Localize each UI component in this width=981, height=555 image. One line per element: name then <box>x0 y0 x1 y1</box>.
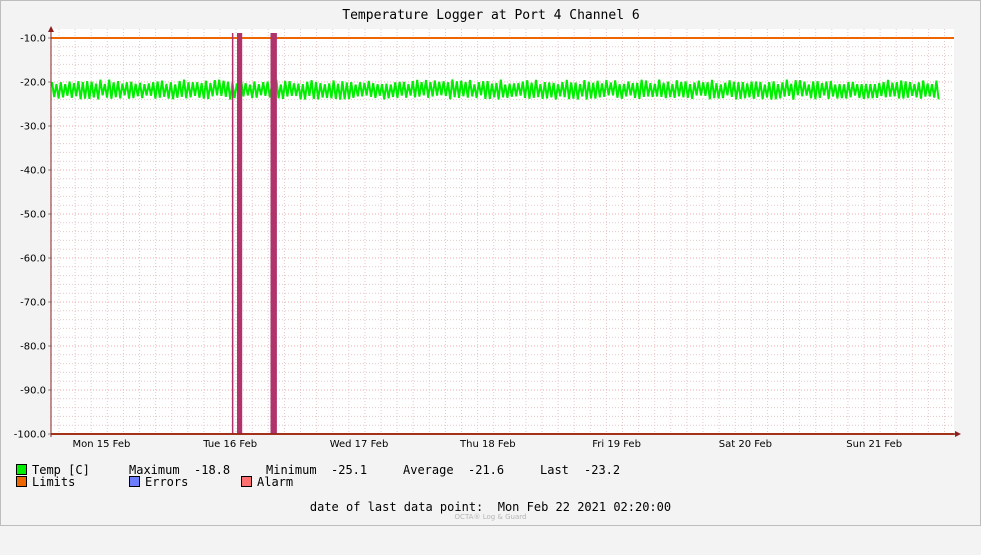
x-tick-label: Wed 17 Feb <box>330 439 389 450</box>
y-tick-label: -90.0 <box>20 386 46 397</box>
stat-average: Average -21.6 <box>403 463 504 477</box>
y-tick-label: -20.0 <box>20 78 46 89</box>
alarm-event-bar <box>237 33 243 434</box>
legend-limits-label: Limits <box>32 475 76 489</box>
x-tick-label: Fri 19 Feb <box>592 439 641 450</box>
watermark: OCTA® Log & Guard <box>454 513 527 521</box>
stat-last-value: -23.2 <box>584 463 621 477</box>
y-tick-label: -80.0 <box>20 342 46 353</box>
alarm-swatch <box>241 476 252 487</box>
last-point-label: date of last data point: <box>309 500 484 514</box>
x-tick-label: Thu 18 Feb <box>459 439 516 450</box>
alarm-event-bar <box>231 33 234 434</box>
stat-minimum-value: -25.1 <box>331 463 368 477</box>
stat-last-label: Last <box>540 463 569 477</box>
legend-alarm: Alarm <box>241 476 293 489</box>
alarm-event-bar <box>270 33 277 434</box>
legend-errors: Errors <box>129 476 188 489</box>
x-axis-arrow <box>955 431 961 437</box>
stat-last: Last -23.2 <box>540 463 620 477</box>
stat-average-value: -21.6 <box>468 463 505 477</box>
legend-errors-label: Errors <box>145 475 189 489</box>
y-tick-label: -100.0 <box>14 430 46 441</box>
last-data-point: date of last data point: Mon Feb 22 2021… <box>1 500 980 514</box>
stat-maximum-value: -18.8 <box>194 463 231 477</box>
chart-title: Temperature Logger at Port 4 Channel 6 <box>342 8 639 23</box>
errors-swatch <box>129 476 140 487</box>
y-tick-label: -70.0 <box>20 298 46 309</box>
chart: Temperature Logger at Port 4 Channel 6 -1… <box>14 8 961 450</box>
chart-frame: Temperature Logger at Port 4 Channel 6 -1… <box>0 0 981 526</box>
x-tick-label: Sat 20 Feb <box>719 439 772 450</box>
limits-swatch <box>16 476 27 487</box>
stat-average-label: Average <box>403 463 454 477</box>
x-tick-label: Tue 16 Feb <box>202 439 257 450</box>
y-tick-label: -40.0 <box>20 166 46 177</box>
x-tick-label: Sun 21 Feb <box>846 439 902 450</box>
y-tick-label: -30.0 <box>20 122 46 133</box>
y-tick-label: -10.0 <box>20 34 46 45</box>
y-tick-label: -60.0 <box>20 254 46 265</box>
legend-alarm-label: Alarm <box>257 475 294 489</box>
y-tick-label: -50.0 <box>20 210 46 221</box>
x-tick-label: Mon 15 Feb <box>72 439 130 450</box>
legend-limits: Limits <box>16 476 75 489</box>
temp-swatch <box>16 464 27 475</box>
last-point-value: Mon Feb 22 2021 02:20:00 <box>497 500 672 514</box>
